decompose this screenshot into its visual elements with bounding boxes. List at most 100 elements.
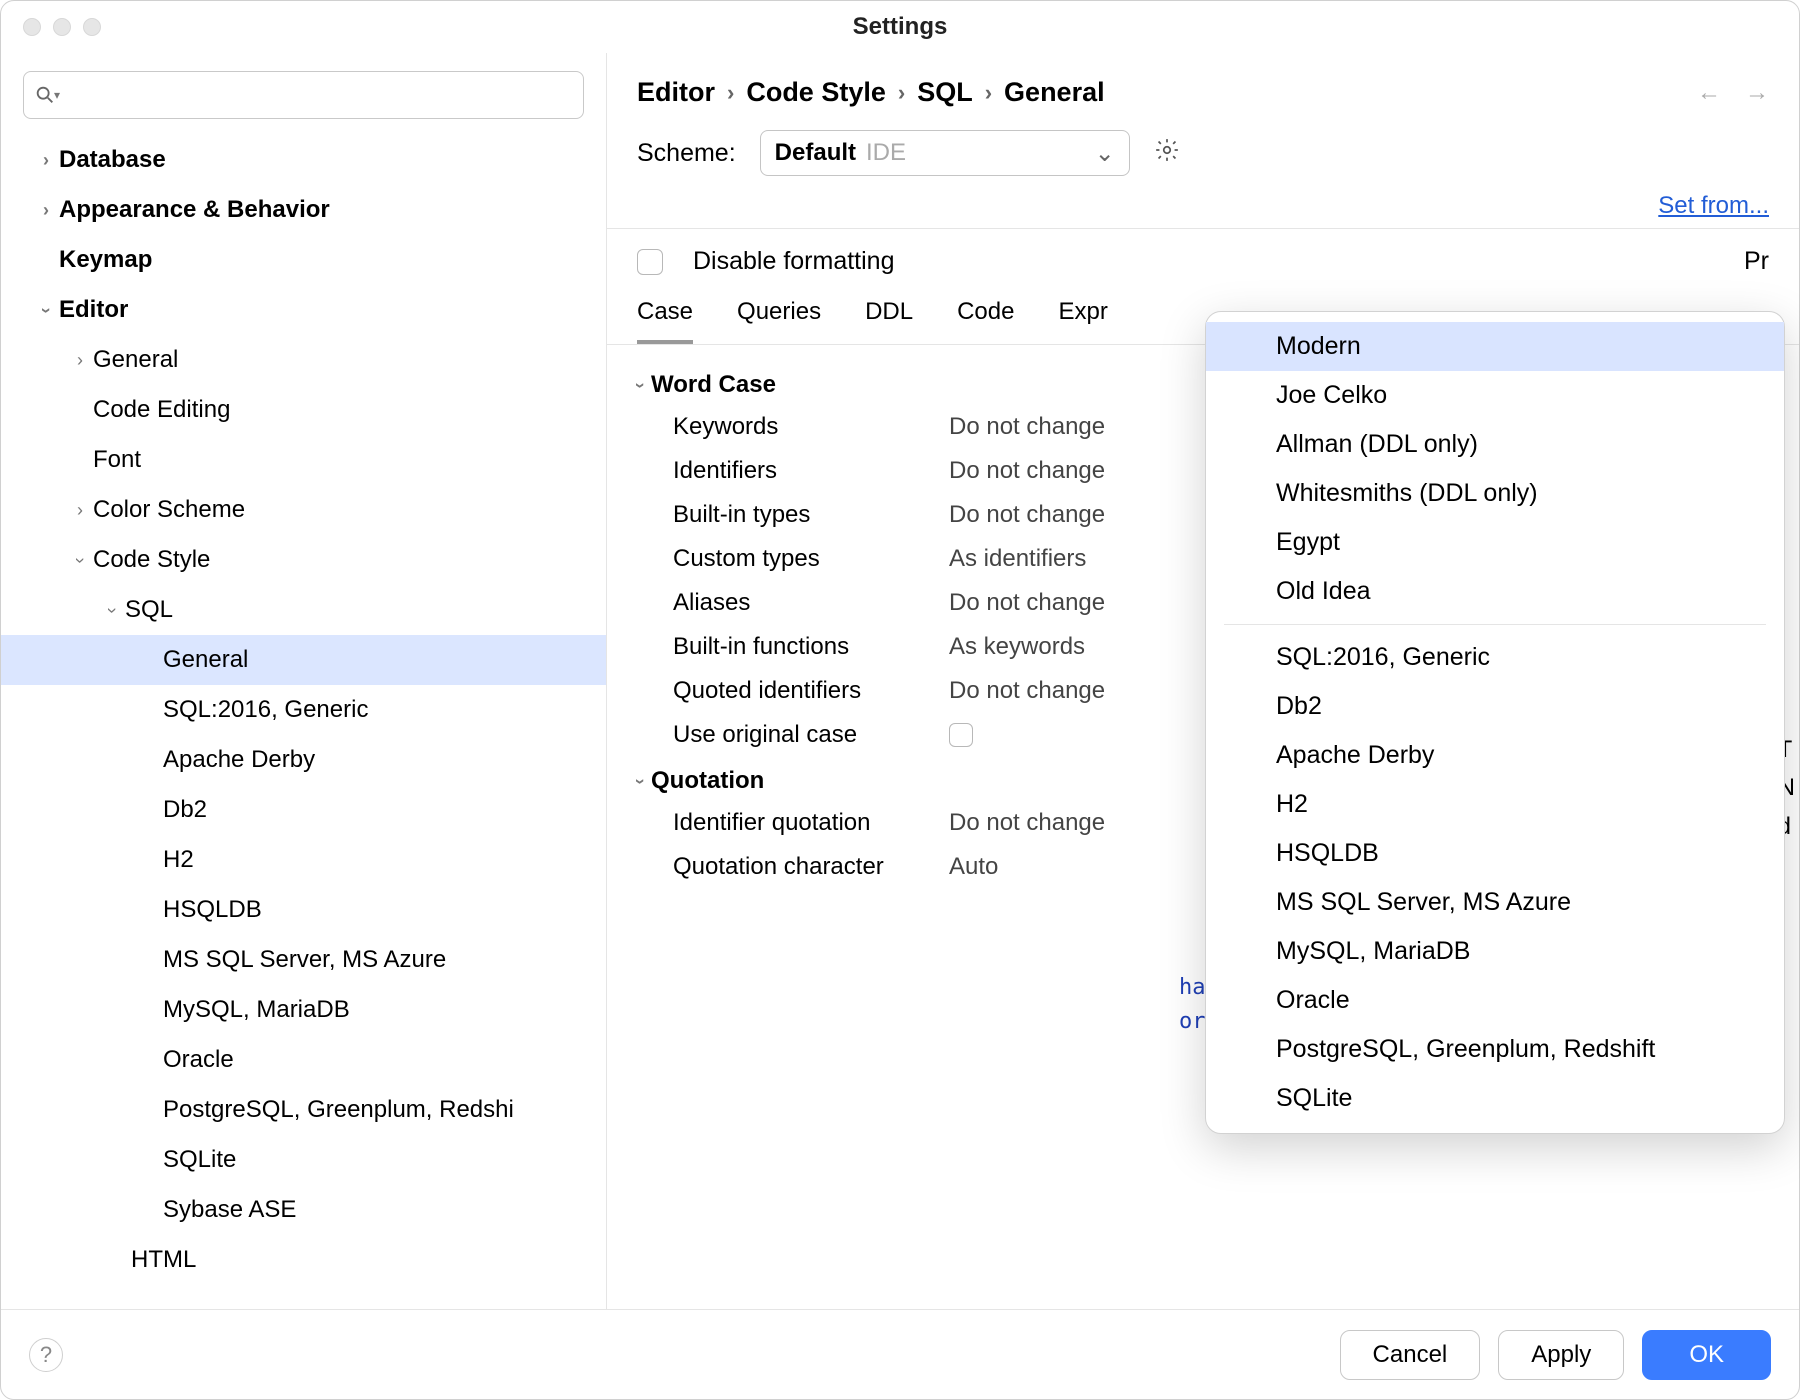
keywords-label: Keywords — [673, 413, 949, 441]
tree-appearance[interactable]: ›Appearance & Behavior — [1, 185, 606, 235]
tree-general[interactable]: ›General — [1, 335, 606, 385]
word-case-section: ›Word Case KeywordsDo not change Identif… — [637, 361, 1149, 1073]
tree-keymap[interactable]: Keymap — [1, 235, 606, 285]
chevron-right-icon: › — [727, 80, 734, 106]
tree-sql2016[interactable]: SQL:2016, Generic — [1, 685, 606, 735]
crumb-code-style[interactable]: Code Style — [746, 77, 886, 108]
popup-h2[interactable]: H2 — [1206, 780, 1784, 829]
set-from-link[interactable]: Set from... — [1658, 192, 1769, 220]
popup-celko[interactable]: Joe Celko — [1206, 371, 1784, 420]
tree-font[interactable]: Font — [1, 435, 606, 485]
preview-label-partial: Pr — [1744, 247, 1769, 276]
scheme-select[interactable]: Default IDE ⌄ — [760, 130, 1130, 176]
tree-color-scheme[interactable]: ›Color Scheme — [1, 485, 606, 535]
aliases-label: Aliases — [673, 589, 949, 617]
custom-types-value[interactable]: As identifiers — [949, 545, 1086, 573]
close-window-icon[interactable] — [23, 18, 41, 36]
tree-code-style[interactable]: ›Code Style — [1, 535, 606, 585]
tree-code-editing[interactable]: Code Editing — [1, 385, 606, 435]
quot-char-value[interactable]: Auto — [949, 853, 998, 881]
search-field[interactable] — [64, 82, 573, 108]
popup-egypt[interactable]: Egypt — [1206, 518, 1784, 567]
orig-case-checkbox[interactable] — [949, 723, 973, 747]
popup-modern[interactable]: Modern — [1206, 322, 1784, 371]
builtin-types-value[interactable]: Do not change — [949, 501, 1105, 529]
search-input[interactable]: ▾ — [23, 71, 584, 119]
ident-quotation-label: Identifier quotation — [673, 809, 949, 837]
tree-sql[interactable]: ›SQL — [1, 585, 606, 635]
quoted-ident-label: Quoted identifiers — [673, 677, 949, 705]
tab-queries[interactable]: Queries — [737, 298, 821, 344]
identifiers-value[interactable]: Do not change — [949, 457, 1105, 485]
apply-button[interactable]: Apply — [1498, 1330, 1624, 1380]
disable-formatting-checkbox[interactable] — [637, 249, 663, 275]
tree-postgres[interactable]: PostgreSQL, Greenplum, Redshi — [1, 1085, 606, 1135]
tree-h2[interactable]: H2 — [1, 835, 606, 885]
tree-db2[interactable]: Db2 — [1, 785, 606, 835]
scheme-tag: IDE — [866, 139, 906, 167]
tree-hsqldb[interactable]: HSQLDB — [1, 885, 606, 935]
crumb-editor[interactable]: Editor — [637, 77, 715, 108]
sidebar: ▾ ›Database ›Appearance & Behavior Keyma… — [1, 53, 607, 1309]
chevron-right-icon: › — [33, 200, 59, 221]
tree-mssql[interactable]: MS SQL Server, MS Azure — [1, 935, 606, 985]
minimize-window-icon[interactable] — [53, 18, 71, 36]
window-title: Settings — [853, 13, 948, 41]
popup-sql2016[interactable]: SQL:2016, Generic — [1206, 633, 1784, 682]
popup-oracle[interactable]: Oracle — [1206, 976, 1784, 1025]
keywords-value[interactable]: Do not change — [949, 413, 1105, 441]
popup-db2[interactable]: Db2 — [1206, 682, 1784, 731]
tree-html[interactable]: HTML — [1, 1235, 606, 1285]
group-word-case: Word Case — [651, 371, 776, 399]
tab-expressions[interactable]: Expr — [1058, 298, 1107, 344]
main-panel: Editor › Code Style › SQL › General ← → … — [607, 53, 1799, 1309]
tab-code[interactable]: Code — [957, 298, 1014, 344]
help-icon[interactable]: ? — [29, 1338, 63, 1372]
forward-icon[interactable]: → — [1745, 79, 1769, 107]
tree-sqlite[interactable]: SQLite — [1, 1135, 606, 1185]
tree-sql-general[interactable]: General — [1, 635, 606, 685]
popup-sqlite[interactable]: SQLite — [1206, 1074, 1784, 1123]
disable-formatting-label: Disable formatting — [693, 247, 894, 276]
builtin-types-label: Built-in types — [673, 501, 949, 529]
chevron-down-icon[interactable]: › — [630, 382, 651, 388]
ident-quotation-value[interactable]: Do not change — [949, 809, 1105, 837]
custom-types-label: Custom types — [673, 545, 949, 573]
popup-hsqldb[interactable]: HSQLDB — [1206, 829, 1784, 878]
tree-mysql[interactable]: MySQL, MariaDB — [1, 985, 606, 1035]
tree-sybase[interactable]: Sybase ASE — [1, 1185, 606, 1235]
tree-oracle[interactable]: Oracle — [1, 1035, 606, 1085]
crumb-sql[interactable]: SQL — [917, 77, 973, 108]
gear-icon[interactable] — [1154, 137, 1180, 170]
chevron-down-icon: › — [102, 597, 123, 623]
chevron-right-icon: › — [67, 500, 93, 521]
popup-derby[interactable]: Apache Derby — [1206, 731, 1784, 780]
popup-oldidea[interactable]: Old Idea — [1206, 567, 1784, 616]
tree-editor[interactable]: ›Editor — [1, 285, 606, 335]
popup-mssql[interactable]: MS SQL Server, MS Azure — [1206, 878, 1784, 927]
chevron-down-icon: ▾ — [54, 88, 60, 102]
back-icon[interactable]: ← — [1697, 79, 1721, 107]
builtin-funcs-value[interactable]: As keywords — [949, 633, 1085, 661]
chevron-down-icon[interactable]: › — [630, 778, 651, 784]
settings-window: Settings ▾ ›Database ›Appearance & Behav… — [0, 0, 1800, 1400]
orig-case-label: Use original case — [673, 721, 949, 749]
popup-postgres[interactable]: PostgreSQL, Greenplum, Redshift — [1206, 1025, 1784, 1074]
cancel-button[interactable]: Cancel — [1340, 1330, 1481, 1380]
popup-mysql[interactable]: MySQL, MariaDB — [1206, 927, 1784, 976]
scheme-label: Scheme: — [637, 139, 736, 168]
popup-allman[interactable]: Allman (DDL only) — [1206, 420, 1784, 469]
tab-ddl[interactable]: DDL — [865, 298, 913, 344]
chevron-right-icon: › — [898, 80, 905, 106]
set-from-popup: Modern Joe Celko Allman (DDL only) White… — [1205, 311, 1785, 1134]
tree-database[interactable]: ›Database — [1, 135, 606, 185]
popup-whitesmiths[interactable]: Whitesmiths (DDL only) — [1206, 469, 1784, 518]
tree-derby[interactable]: Apache Derby — [1, 735, 606, 785]
chevron-down-icon: ⌄ — [1095, 139, 1115, 168]
zoom-window-icon[interactable] — [83, 18, 101, 36]
tab-case[interactable]: Case — [637, 298, 693, 344]
ok-button[interactable]: OK — [1642, 1330, 1771, 1380]
popup-separator — [1224, 624, 1766, 625]
quoted-ident-value[interactable]: Do not change — [949, 677, 1105, 705]
aliases-value[interactable]: Do not change — [949, 589, 1105, 617]
